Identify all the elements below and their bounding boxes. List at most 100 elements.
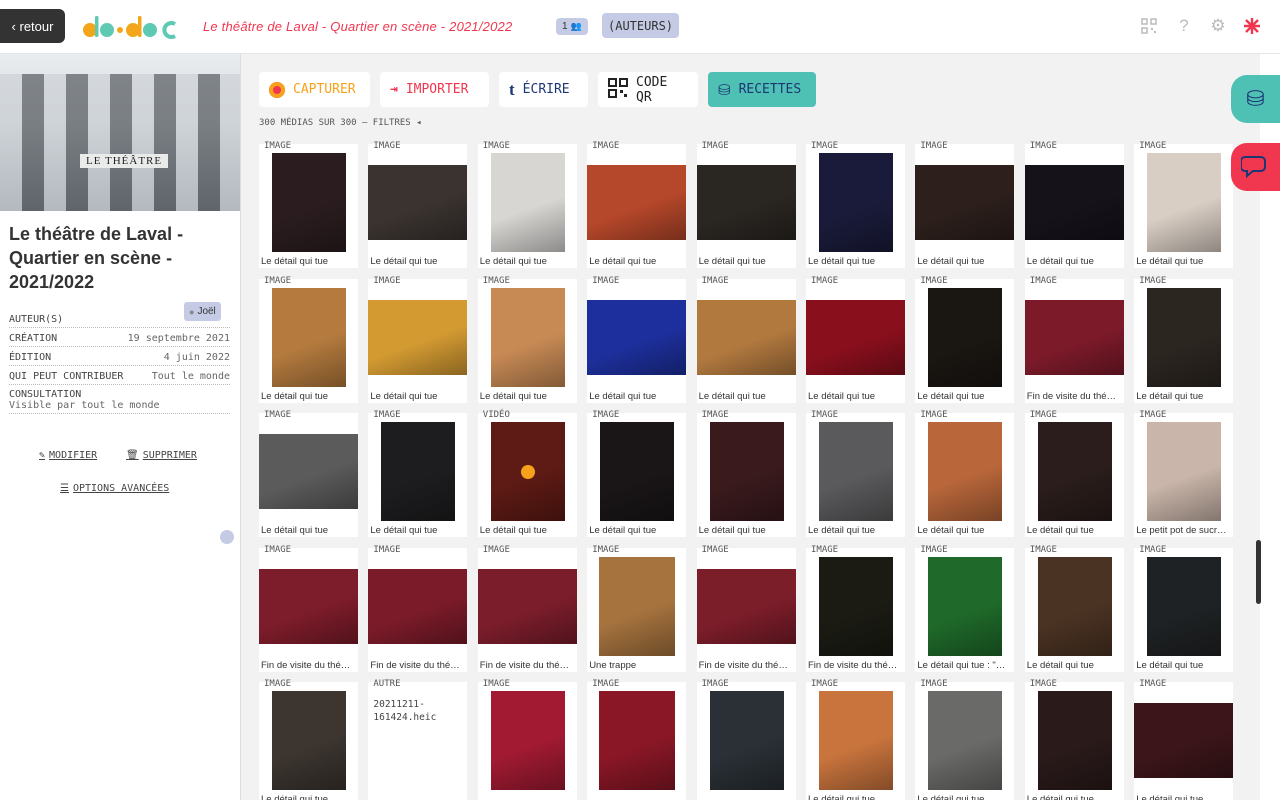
media-caption: Le détail qui tue bbox=[698, 390, 766, 402]
media-card[interactable]: IMAGE Le détail qui tue : "… bbox=[915, 545, 1015, 672]
image-thumbnail bbox=[696, 568, 796, 644]
media-type-label: IMAGE bbox=[373, 410, 401, 420]
delete-button[interactable]: 🗑 SUPPRIMER bbox=[126, 450, 197, 461]
media-card[interactable]: IMAGE Le détail qui tue bbox=[806, 679, 905, 800]
media-card[interactable]: IMAGE Le détail qui tue bbox=[915, 679, 1015, 800]
media-card[interactable]: IMAGE Fin de visite du thé… bbox=[806, 545, 905, 672]
media-caption: Le détail qui tue bbox=[370, 390, 438, 402]
media-type-label: IMAGE bbox=[701, 679, 729, 689]
media-type-label: IMAGE bbox=[373, 544, 401, 555]
media-card[interactable]: IMAGE Le détail qui tue bbox=[1134, 545, 1234, 672]
media-card[interactable]: IMAGE Le détail qui tue bbox=[368, 275, 468, 403]
image-thumbnail bbox=[806, 299, 905, 375]
sliders-icon: ☰ bbox=[60, 483, 69, 494]
chat-side-button[interactable] bbox=[1231, 143, 1280, 191]
media-caption: Le détail qui tue bbox=[1136, 794, 1204, 800]
image-thumbnail bbox=[1037, 691, 1112, 790]
media-filter-summary[interactable]: 300 MÉDIAS SUR 300 — FILTRES ◂ bbox=[259, 118, 422, 128]
media-card[interactable]: IMAGE Fin de visite du thé… bbox=[477, 545, 577, 672]
media-card[interactable]: IMAGE bbox=[587, 679, 687, 800]
media-caption: Le détail qui tue bbox=[808, 390, 876, 402]
image-thumbnail bbox=[819, 422, 893, 521]
media-card[interactable]: IMAGE Fin de visite du thé… bbox=[696, 545, 796, 672]
help-icon[interactable]: ? bbox=[1175, 16, 1193, 35]
media-card[interactable]: IMAGE Le détail qui tue bbox=[1134, 276, 1234, 403]
media-card[interactable]: IMAGE Le détail qui tue bbox=[259, 410, 358, 537]
media-card[interactable]: IMAGE Le détail qui tue bbox=[915, 141, 1015, 268]
user-avatar-icon[interactable] bbox=[220, 530, 234, 544]
media-caption: Le détail qui tue bbox=[917, 390, 985, 402]
capture-button[interactable]: CAPTURER bbox=[259, 72, 370, 107]
user-count-badge[interactable]: 1 👥 bbox=[556, 18, 588, 35]
recipes-button[interactable]: ⛁ RECETTES bbox=[708, 72, 816, 107]
pencil-icon: ✎ bbox=[39, 450, 46, 461]
media-card[interactable]: IMAGE Le détail qui tue bbox=[696, 141, 796, 268]
image-thumbnail bbox=[928, 287, 1003, 387]
media-card[interactable]: IMAGE Le détail qui tue bbox=[368, 410, 468, 537]
group-badge[interactable]: (AUTEURS) bbox=[602, 13, 680, 38]
media-card[interactable]: IMAGE Le détail qui tue bbox=[1134, 141, 1234, 268]
import-button[interactable]: ⇥ IMPORTER bbox=[380, 72, 489, 107]
settings-icon[interactable]: ⚙ bbox=[1209, 16, 1227, 35]
media-card[interactable]: IMAGE Le détail qui tue bbox=[259, 276, 358, 403]
media-card[interactable]: VIDÉO Le détail qui tue bbox=[477, 410, 577, 537]
language-icon[interactable] bbox=[1243, 17, 1261, 35]
advanced-options-button[interactable]: ☰ OPTIONS AVANCÉES bbox=[60, 483, 169, 494]
media-card[interactable]: IMAGE Le détail qui tue bbox=[1024, 410, 1124, 537]
dodoc-logo[interactable] bbox=[82, 12, 178, 42]
media-card[interactable]: IMAGE Le petit pot de sucr… bbox=[1134, 410, 1234, 537]
qr-code-button[interactable]: CODE QR bbox=[598, 72, 698, 107]
qr-icon[interactable] bbox=[1140, 17, 1158, 35]
image-thumbnail bbox=[381, 422, 456, 521]
image-thumbnail bbox=[1134, 703, 1234, 778]
media-type-label: IMAGE bbox=[1029, 679, 1057, 689]
recipes-side-button[interactable]: ⛁ bbox=[1231, 75, 1280, 123]
media-type-label: IMAGE bbox=[920, 410, 948, 420]
write-button[interactable]: t ÉCRIRE bbox=[499, 72, 588, 107]
media-card[interactable]: IMAGE Le détail qui tue bbox=[696, 276, 796, 403]
media-card[interactable]: IMAGE Fin de visite du thé… bbox=[368, 544, 468, 672]
media-card[interactable]: IMAGE Le détail qui tue bbox=[259, 679, 358, 800]
media-card[interactable]: IMAGE Le détail qui tue bbox=[806, 276, 905, 403]
media-card[interactable]: IMAGE Le détail qui tue bbox=[477, 276, 577, 403]
user-count: 1 bbox=[562, 21, 568, 32]
modify-button[interactable]: ✎ MODIFIER bbox=[39, 450, 97, 461]
media-type-label: IMAGE bbox=[264, 141, 292, 151]
image-thumbnail bbox=[587, 299, 687, 375]
media-card[interactable]: IMAGE Fin de visite du thé… bbox=[259, 545, 358, 672]
media-caption: Le détail qui tue bbox=[917, 256, 985, 267]
media-card[interactable]: IMAGE bbox=[696, 679, 796, 800]
media-card[interactable]: IMAGE bbox=[477, 679, 577, 800]
media-card[interactable]: IMAGE Le détail qui tue bbox=[368, 141, 468, 268]
image-thumbnail bbox=[272, 153, 346, 252]
media-card[interactable]: IMAGE Le détail qui tue bbox=[915, 410, 1015, 537]
media-card[interactable]: IMAGE Le détail qui tue bbox=[1024, 545, 1124, 672]
media-card[interactable]: IMAGE Le détail qui tue bbox=[587, 410, 687, 537]
media-card[interactable]: IMAGE Le détail qui tue bbox=[915, 276, 1015, 403]
media-caption: Le détail qui tue bbox=[589, 390, 657, 402]
media-card[interactable]: IMAGE Le détail qui tue bbox=[587, 141, 687, 268]
scrollbar-thumb[interactable] bbox=[1256, 540, 1261, 604]
media-type-label: IMAGE bbox=[811, 410, 839, 420]
media-type-label: IMAGE bbox=[1029, 275, 1057, 286]
recipes-label: RECETTES bbox=[738, 82, 802, 97]
media-card[interactable]: IMAGE Le détail qui tue bbox=[477, 141, 577, 268]
media-card[interactable]: IMAGE Le détail qui tue bbox=[806, 410, 905, 537]
image-thumbnail bbox=[709, 422, 784, 521]
back-button[interactable]: ‹ retour bbox=[0, 9, 65, 43]
qr-label: CODE QR bbox=[636, 74, 668, 105]
media-card[interactable]: IMAGE Le détail qui tue bbox=[1024, 141, 1124, 268]
image-thumbnail bbox=[819, 691, 893, 790]
media-card[interactable]: IMAGE Le détail qui tue bbox=[1134, 679, 1234, 800]
media-card[interactable]: IMAGE Une trappe bbox=[587, 545, 687, 672]
media-card[interactable]: IMAGE Fin de visite du thé… bbox=[1024, 275, 1124, 403]
media-card[interactable]: IMAGE Le détail qui tue bbox=[696, 410, 796, 537]
media-card[interactable]: IMAGE Le détail qui tue bbox=[587, 276, 687, 403]
image-thumbnail bbox=[1037, 556, 1112, 656]
media-card[interactable]: AUTRE 20211211-161424.heic bbox=[368, 679, 468, 800]
media-caption: Le détail qui tue bbox=[370, 256, 438, 267]
media-card[interactable]: IMAGE Le détail qui tue bbox=[259, 141, 358, 268]
media-card[interactable]: IMAGE Le détail qui tue bbox=[1024, 679, 1124, 800]
media-card[interactable]: IMAGE Le détail qui tue bbox=[806, 141, 905, 268]
media-type-label: IMAGE bbox=[373, 275, 401, 286]
